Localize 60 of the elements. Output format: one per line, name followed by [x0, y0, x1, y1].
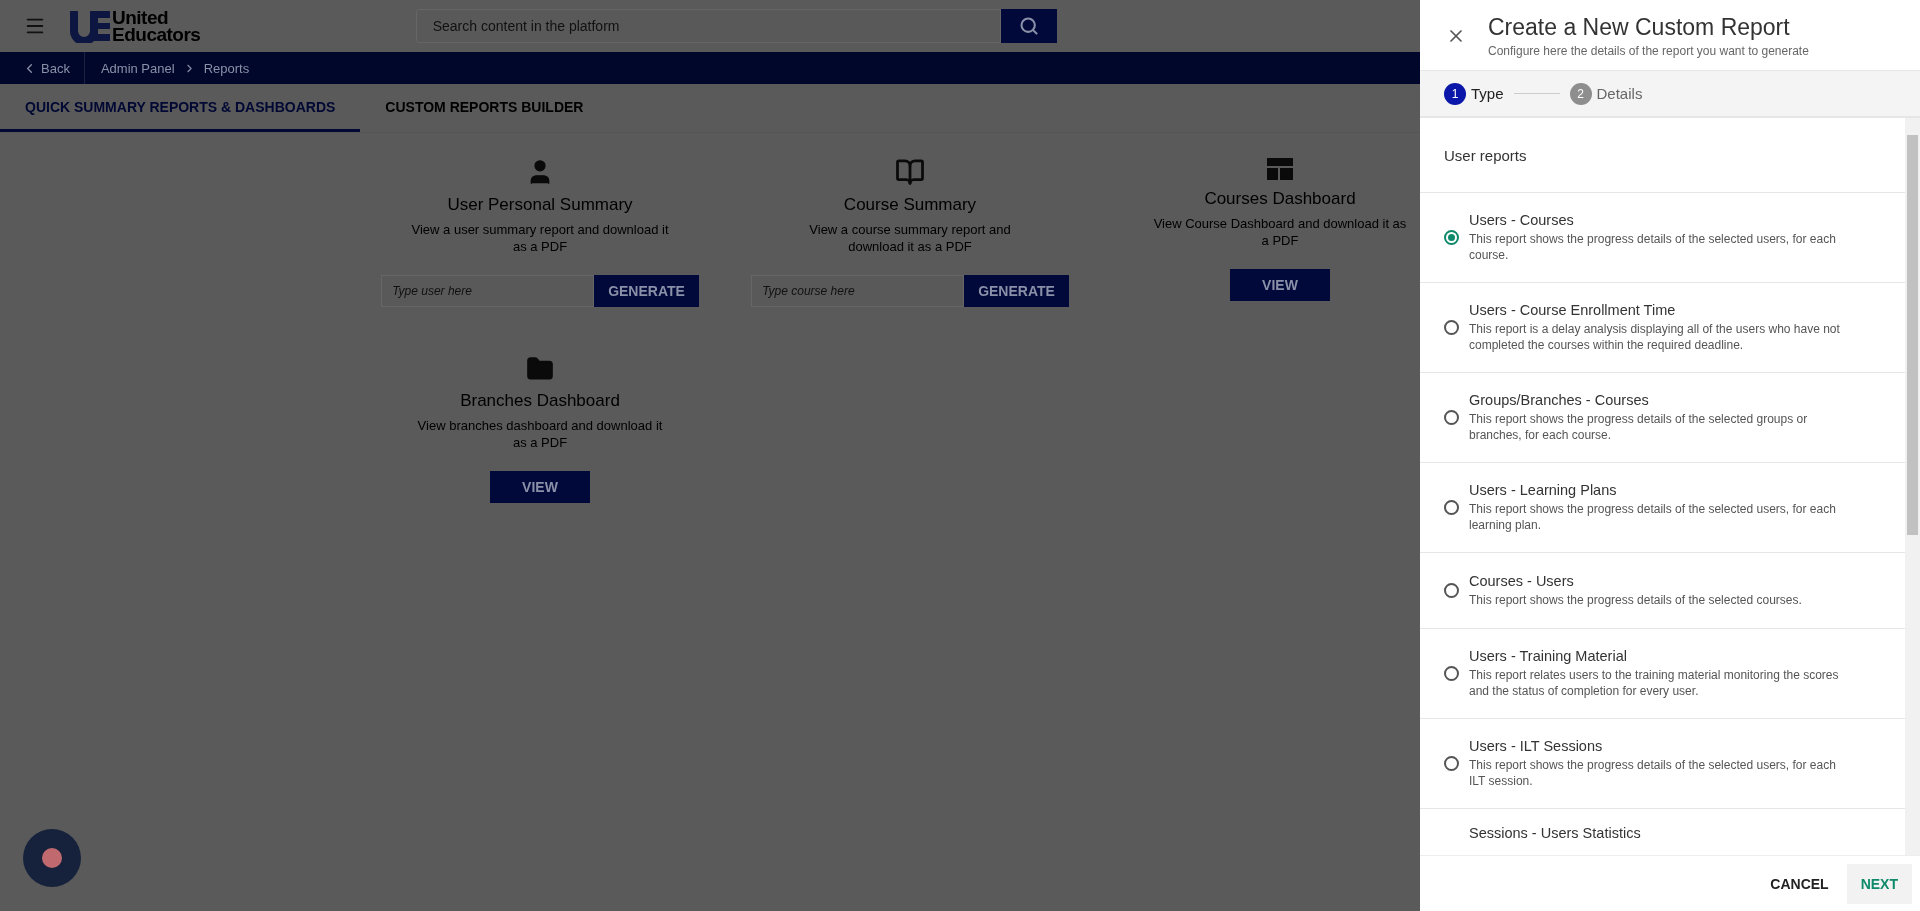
report-title: Users - ILT Sessions	[1469, 738, 1604, 754]
radio-button[interactable]	[1444, 583, 1459, 598]
radio-button[interactable]	[1444, 410, 1459, 425]
report-title: Users - Training Material	[1469, 648, 1628, 664]
drawer-subtitle: Configure here the details of the report you want to generate	[1488, 44, 1809, 58]
card-description: View Course Dashboard and download it as a PDF	[1152, 215, 1408, 249]
report-description: This report is a delay analysis displaying all of the users who have not completed the courses within the required deadline.	[1469, 321, 1841, 353]
card-title: Branches Dashboard	[460, 391, 620, 411]
card-title: Course Summary	[843, 195, 977, 215]
card-description: View a course summary report and download it as a PDF	[808, 221, 1012, 255]
scrollbar[interactable]	[1905, 118, 1920, 855]
report-title: Courses - Users	[1469, 573, 1575, 589]
card-description: View a user summary report and download it as a PDF	[410, 221, 670, 255]
dot-icon	[42, 848, 62, 868]
report-title: Users - Learning Plans	[1469, 482, 1618, 498]
report-description: This report shows the progress details of the selected courses.	[1469, 592, 1803, 608]
step-label: Details	[1596, 85, 1643, 102]
generate-button[interactable]: GENERATE	[594, 275, 699, 307]
cancel-button[interactable]: CANCEL	[1756, 865, 1843, 902]
report-description: This report shows the progress details of the selected users, for each course.	[1469, 231, 1837, 263]
breadcrumb-link[interactable]: Admin Panel	[100, 60, 175, 76]
radio-button[interactable]	[1444, 666, 1459, 681]
radio-button[interactable]	[1444, 230, 1459, 245]
report-title: Users - Courses	[1469, 212, 1575, 228]
step-number: 1	[1444, 82, 1466, 105]
search-icon	[1018, 16, 1039, 36]
back-link[interactable]: Back	[0, 52, 85, 84]
search-field[interactable]: Type user here	[381, 275, 595, 307]
logo-text: Educators	[112, 26, 201, 43]
breadcrumb-link[interactable]: Reports	[203, 60, 250, 76]
next-button[interactable]: NEXT	[1846, 863, 1912, 904]
card-title: User Personal Summary	[447, 195, 633, 215]
card-description: View branches dashboard and download it as a PDF	[416, 417, 664, 451]
search-field[interactable]: Search content in the platform	[415, 9, 1001, 43]
step-label: Type	[1471, 85, 1504, 102]
layout-icon	[1266, 157, 1294, 181]
step-number: 2	[1569, 82, 1592, 105]
search-button[interactable]	[1000, 9, 1057, 43]
view-button[interactable]: VIEW	[1230, 269, 1330, 301]
radio-button[interactable]	[1444, 320, 1459, 335]
radio-button[interactable]	[1444, 500, 1459, 515]
report-option[interactable]: Sessions - Users Statistics	[1420, 809, 1905, 843]
radio-button[interactable]	[1444, 756, 1459, 771]
report-title: Groups/Branches - Courses	[1469, 392, 1650, 408]
chat-button[interactable]	[23, 829, 81, 887]
report-description: This report shows the progress details of the selected users, for each learning plan.	[1469, 501, 1837, 533]
view-button[interactable]: VIEW	[490, 471, 590, 503]
generate-button[interactable]: GENERATE	[964, 275, 1069, 307]
drawer-title: Create a New Custom Report	[1488, 14, 1791, 41]
report-title: Users - Course Enrollment Time	[1469, 302, 1677, 318]
report-description: This report shows the progress details of the selected groups or branches, for each course.	[1469, 411, 1809, 443]
logo-text: United	[112, 9, 170, 26]
book-icon	[895, 157, 925, 187]
report-title: Sessions - Users Statistics	[1469, 825, 1641, 841]
report-description: This report shows the progress details of the selected users, for each ILT session.	[1469, 757, 1837, 789]
card-title: Courses Dashboard	[1204, 189, 1356, 209]
search-field[interactable]: Type course here	[751, 275, 965, 307]
logo-mark-icon	[68, 9, 110, 43]
folder-icon	[526, 355, 554, 383]
report-description: This report relates users to the training material monitoring the scores and the status of completion for every user.	[1469, 667, 1840, 699]
